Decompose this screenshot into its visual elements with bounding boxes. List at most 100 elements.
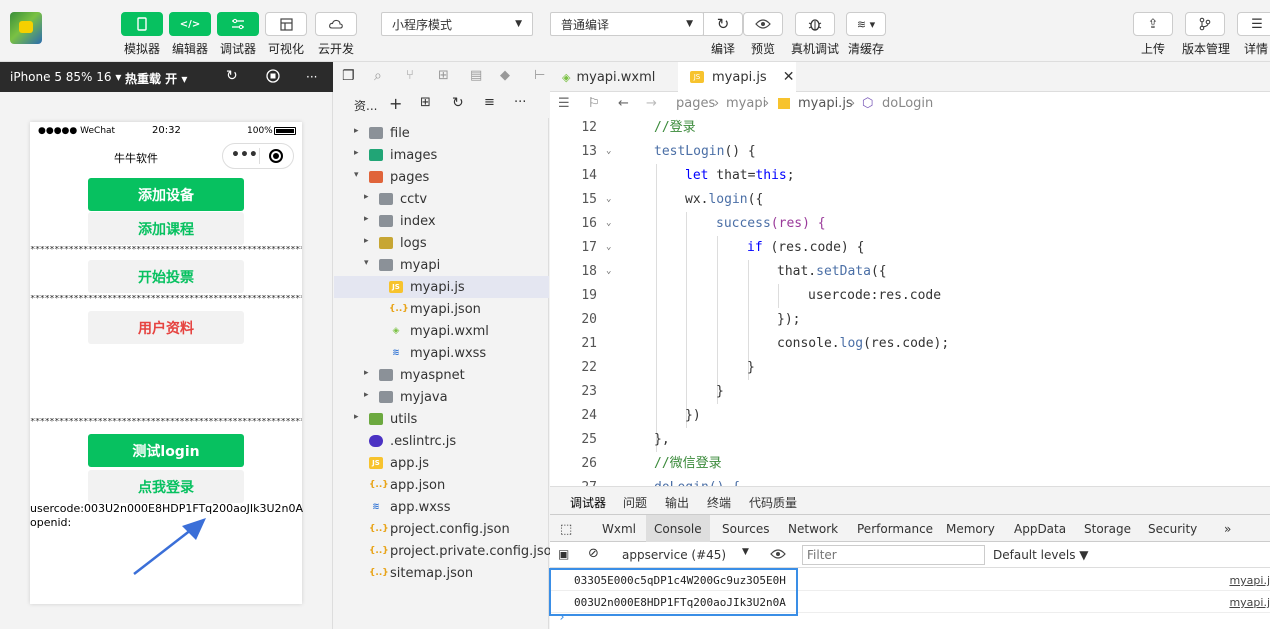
tree-item[interactable]: ▸ myaspnet [334, 364, 549, 386]
more-icon[interactable]: ··· [306, 70, 317, 84]
devtools-tab[interactable]: Sources [722, 522, 769, 536]
tree-item[interactable]: ▸ index [334, 210, 549, 232]
cloud-button[interactable] [315, 12, 357, 36]
start-vote-button[interactable]: 开始投票 [88, 260, 244, 293]
caret-down-icon[interactable]: ▼ [742, 547, 749, 557]
version-button[interactable] [1185, 12, 1225, 36]
crumb-function[interactable]: doLogin [882, 96, 933, 111]
debug-tab[interactable]: 代码质量 [749, 494, 797, 511]
debug-tab[interactable]: 输出 [665, 494, 689, 511]
chevron-icon[interactable]: ▸ [354, 412, 359, 422]
add-course-button[interactable]: 添加课程 [88, 212, 244, 245]
source-control-icon[interactable]: ⑂ [406, 68, 414, 83]
tab-myapi-js[interactable]: JS myapi.js ✕ [678, 62, 796, 92]
tree-item[interactable]: JS myapi.js [334, 276, 549, 298]
tree-item[interactable]: ◈ myapi.wxml [334, 320, 549, 342]
tab-myapi-wxml[interactable]: ◈ myapi.wxml [550, 62, 678, 92]
tree-item[interactable]: {..} sitemap.json [334, 562, 549, 584]
user-profile-button[interactable]: 用户资料 [88, 311, 244, 344]
close-icon[interactable]: ✕ [783, 69, 795, 85]
collapse-icon[interactable]: ≡ [484, 95, 495, 110]
chevron-icon[interactable]: ▸ [364, 390, 369, 400]
console-filter-input[interactable] [802, 545, 985, 565]
tree-item[interactable]: ≋ app.wxss [334, 496, 549, 518]
tree-item[interactable]: ≋ myapi.wxss [334, 342, 549, 364]
debug-tab[interactable]: 问题 [623, 494, 647, 511]
fold-chevron-icon[interactable]: ⌄ [606, 262, 611, 280]
tree-item[interactable]: ▸ cctv [334, 188, 549, 210]
remote-debug-button[interactable] [795, 12, 835, 36]
hot-reload-toggle[interactable]: 热重载 开 ▾ [125, 70, 187, 87]
tree-item[interactable]: {..} myapi.json [334, 298, 549, 320]
search-icon[interactable]: ⌕ [374, 68, 382, 84]
tree-item[interactable]: ▸ file [334, 122, 549, 144]
tree-item[interactable]: ▸ images [334, 144, 549, 166]
clear-console-icon[interactable]: ⊘ [588, 546, 599, 561]
chevron-icon[interactable]: ▸ [364, 236, 369, 246]
test-login-button[interactable]: 测试login [88, 434, 244, 467]
add-device-button[interactable]: 添加设备 [88, 178, 244, 211]
crumb-file[interactable]: myapi.js [798, 96, 853, 111]
tree-item[interactable]: ▾ myapi [334, 254, 549, 276]
login-button[interactable]: 点我登录 [88, 470, 244, 503]
stop-icon[interactable] [266, 69, 280, 86]
visual-toggle-button[interactable] [265, 12, 307, 36]
fold-chevron-icon[interactable]: ⌄ [606, 190, 611, 208]
fold-chevron-icon[interactable]: ⌄ [606, 238, 611, 256]
devtools-tab[interactable]: Performance [857, 522, 933, 536]
editor-toggle-button[interactable]: </> [169, 12, 211, 36]
simulator-toggle-button[interactable] [121, 12, 163, 36]
tree-item[interactable]: {..} project.config.json [334, 518, 549, 540]
eye-icon[interactable] [770, 548, 786, 562]
forward-arrow-icon[interactable]: → [646, 96, 657, 111]
bookmark-icon[interactable]: ⚐ [588, 96, 600, 111]
devtools-tab[interactable]: AppData [1014, 522, 1066, 536]
code-editor[interactable]: //登录 testLogin() { let that=this; wx.log… [550, 116, 1270, 486]
devtools-tab[interactable]: » [1224, 522, 1231, 536]
preview-button[interactable] [743, 12, 783, 36]
refresh-icon[interactable]: ↻ [452, 95, 464, 111]
chevron-icon[interactable]: ▸ [354, 126, 359, 136]
compile-button[interactable]: ↻ [703, 12, 743, 36]
console-source-link[interactable]: myapi.j [1229, 596, 1270, 609]
crumb-pages[interactable]: pages [676, 96, 715, 111]
context-select[interactable]: appservice (#45) [622, 548, 726, 562]
debug-tab[interactable]: 调试器 [570, 494, 606, 511]
new-file-icon[interactable]: + [389, 94, 402, 113]
chevron-icon[interactable]: ▾ [364, 258, 369, 268]
new-folder-icon[interactable]: ⊞ [420, 95, 431, 110]
fold-chevron-icon[interactable]: ⌄ [606, 142, 611, 160]
debug-tab[interactable]: 终端 [707, 494, 731, 511]
tree-item[interactable]: ▾ pages [334, 166, 549, 188]
tree-item[interactable]: ▸ logs [334, 232, 549, 254]
rotate-icon[interactable]: ↻ [226, 68, 238, 84]
chevron-icon[interactable]: ▸ [364, 214, 369, 224]
list-icon[interactable]: ☰ [558, 96, 570, 111]
capsule-more-icon[interactable]: ••• [231, 147, 258, 163]
devtools-tab[interactable]: Security [1148, 522, 1197, 536]
tree-item[interactable]: .eslintrc.js [334, 430, 549, 452]
compile-mode-select[interactable]: 普通编译 ▼ [550, 12, 704, 36]
files-icon[interactable]: ❐ [342, 68, 355, 84]
crumb-myapi[interactable]: myapi [726, 96, 766, 111]
tree-item[interactable]: {..} project.private.config.json [334, 540, 560, 562]
upload-button[interactable]: ⇪ [1133, 12, 1173, 36]
capsule-close-icon[interactable] [269, 149, 283, 163]
chevron-icon[interactable]: ▸ [364, 368, 369, 378]
debugger-toggle-button[interactable] [217, 12, 259, 36]
inspect-icon[interactable]: ⬚ [560, 522, 572, 537]
details-button[interactable]: ☰ [1237, 12, 1270, 36]
devtools-tab[interactable]: Console [646, 515, 710, 542]
console-source-link[interactable]: myapi.j [1229, 574, 1270, 587]
capsule-menu[interactable]: ••• [222, 143, 294, 169]
chevron-icon[interactable]: ▾ [354, 170, 359, 180]
devtools-tab[interactable]: Storage [1084, 522, 1131, 536]
log-levels-select[interactable]: Default levels ▼ [993, 548, 1089, 562]
tree-item[interactable]: ▸ utils [334, 408, 549, 430]
device-select[interactable]: iPhone 5 85% 16 ▾ [10, 70, 121, 84]
chevron-icon[interactable]: ▸ [354, 148, 359, 158]
more-icon[interactable]: ··· [514, 95, 526, 110]
clear-cache-button[interactable]: ≋ ▾ [846, 12, 886, 36]
devtools-tab[interactable]: Memory [946, 522, 995, 536]
devtools-tab[interactable]: Network [788, 522, 838, 536]
